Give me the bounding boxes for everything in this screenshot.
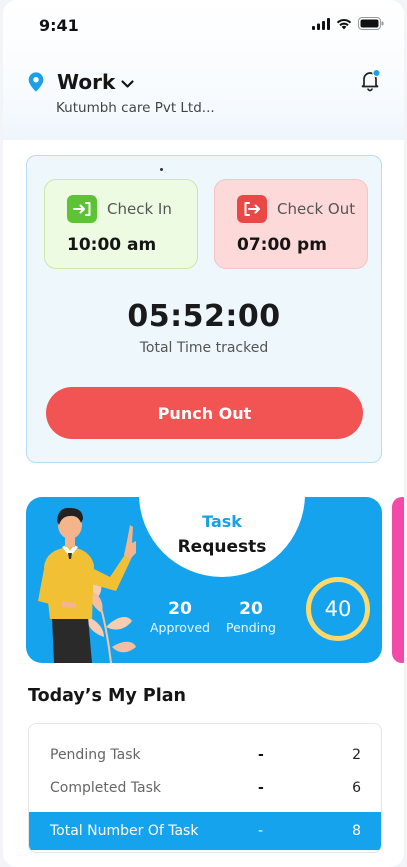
check-in-time: 10:00 am [67, 235, 157, 255]
pending-stat: 20 Pending [226, 599, 276, 635]
plan-row-value: 2 [352, 747, 361, 763]
plan-row-pending: Pending Task - 2 [29, 740, 381, 770]
status-bar: 9:41 [3, 0, 404, 50]
plan-row-dash: - [258, 780, 264, 796]
chevron-down-icon [121, 79, 134, 88]
signal-icon [312, 17, 330, 30]
location-title: Work [57, 70, 116, 94]
punch-out-button[interactable]: Punch Out [46, 387, 363, 439]
status-icons [312, 17, 384, 30]
tracked-time-value: 05:52:00 [127, 299, 281, 334]
plan-table: Pending Task - 2 Completed Task - 6 Tota… [28, 723, 382, 853]
wifi-icon [336, 18, 352, 29]
task-title-line1: Task [202, 512, 242, 531]
approved-label: Approved [150, 620, 210, 635]
location-selector[interactable]: Work [25, 70, 134, 94]
plan-row-value: 6 [352, 780, 361, 796]
plan-row-total: Total Number Of Task - 8 [29, 812, 381, 850]
plan-total-dash: - [258, 823, 264, 839]
plan-row-completed: Completed Task - 6 [29, 773, 381, 803]
plan-total-value: 8 [352, 823, 361, 839]
plan-title: Today’s My Plan [28, 686, 187, 706]
check-out-label: Check Out [277, 200, 356, 218]
battery-icon [358, 17, 384, 30]
total-requests-ring: 40 [306, 577, 370, 641]
person-illustration [38, 507, 136, 663]
next-card-peek[interactable] [392, 497, 404, 663]
check-out-tile: Check Out 07:00 pm [214, 179, 368, 269]
plan-row-dash: - [258, 747, 264, 763]
task-requests-card[interactable]: Task Requests 20 Approved 20 Pending 40 [26, 497, 382, 663]
notification-bell-icon[interactable] [358, 68, 382, 92]
task-title-line2: Requests [177, 537, 267, 557]
approved-stat: 20 Approved [150, 599, 210, 635]
check-in-tile: Check In 10:00 am [44, 179, 198, 269]
plan-row-name: Pending Task [50, 747, 141, 763]
company-name: Kutumbh care Pvt Ltd... [56, 100, 215, 116]
check-out-time: 07:00 pm [237, 235, 327, 255]
status-time: 9:41 [39, 16, 79, 35]
attendance-card: Check In 10:00 am Check Out 07:00 pm 05:… [26, 155, 382, 463]
location-pin-icon [28, 72, 44, 92]
pending-label: Pending [226, 620, 276, 635]
approved-value: 20 [168, 599, 192, 619]
decorative-dot [160, 168, 163, 171]
tracked-time-label: Total Time tracked [139, 340, 269, 356]
pending-value: 20 [239, 599, 263, 619]
check-in-icon [67, 195, 97, 223]
plan-total-name: Total Number Of Task [50, 823, 199, 839]
check-in-label: Check In [107, 200, 172, 218]
phone-screen: 9:41 Work Kutumbh care Pvt Ltd... Check … [3, 0, 404, 867]
check-out-icon [237, 195, 267, 223]
plan-row-name: Completed Task [50, 780, 162, 796]
